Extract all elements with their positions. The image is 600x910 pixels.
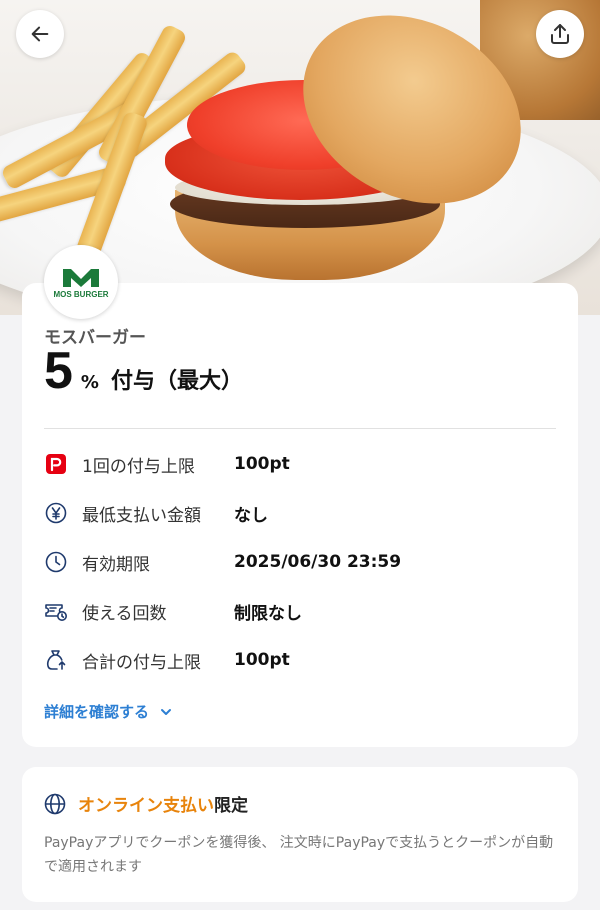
mos-burger-logo-icon [63, 269, 99, 287]
back-button[interactable] [16, 10, 64, 58]
logo-text: MOS BURGER [53, 290, 109, 299]
online-payment-description: PayPayアプリでクーポンを獲得後、 注文時にPayPayで支払うとクーポンが… [44, 835, 554, 875]
info-value: 100pt [234, 454, 290, 474]
rate-unit: % [80, 372, 99, 393]
clock-icon [44, 550, 68, 574]
yen-icon [44, 501, 68, 525]
rate-label: 付与（最大） [110, 369, 243, 394]
details-link-label: 詳細を確認する [44, 703, 150, 721]
share-upload-icon [551, 24, 569, 44]
paypay-icon [44, 452, 68, 476]
info-row-expiry: 有効期限 2025/06/30 23:59 [44, 547, 401, 577]
online-payment-highlight: オンライン支払い [78, 796, 214, 816]
globe-icon [44, 793, 66, 814]
divider [44, 428, 556, 429]
info-value: 制限なし [234, 603, 302, 624]
chevron-down-icon [161, 708, 172, 715]
details-toggle[interactable]: 詳細を確認する [44, 701, 173, 722]
info-label: 1回の付与上限 [82, 456, 195, 477]
ticket-icon [44, 599, 68, 623]
info-row-total-limit: 合計の付与上限 100pt [44, 645, 290, 675]
arrow-left-icon [31, 26, 49, 42]
store-logo: MOS BURGER [44, 245, 118, 319]
info-label: 使える回数 [82, 603, 167, 624]
info-value: 2025/06/30 23:59 [234, 552, 402, 572]
share-button[interactable] [536, 10, 584, 58]
info-value: 100pt [234, 650, 290, 670]
money-bag-icon [44, 648, 68, 672]
info-label: 合計の付与上限 [82, 652, 201, 673]
rate-number: 5 [44, 342, 73, 400]
info-value: なし [234, 505, 268, 526]
coupon-card: モスバーガー 5 % 付与（最大） 1回の付与上限 100pt 最低支払い金額 … [22, 283, 578, 747]
info-label: 有効期限 [82, 554, 150, 575]
info-row-usage-count: 使える回数 制限なし [44, 596, 302, 626]
info-label: 最低支払い金額 [82, 505, 201, 526]
online-payment-card: オンライン支払い 限定 PayPayアプリでクーポンを獲得後、 注文時にPayP… [22, 767, 578, 902]
info-row-min-payment: 最低支払い金額 なし [44, 498, 268, 528]
reward-rate: 5 % 付与（最大） [44, 345, 243, 397]
online-payment-heading: オンライン支払い 限定 [44, 791, 248, 816]
info-row-grant-limit: 1回の付与上限 100pt [44, 449, 290, 479]
online-payment-suffix: 限定 [214, 796, 248, 816]
